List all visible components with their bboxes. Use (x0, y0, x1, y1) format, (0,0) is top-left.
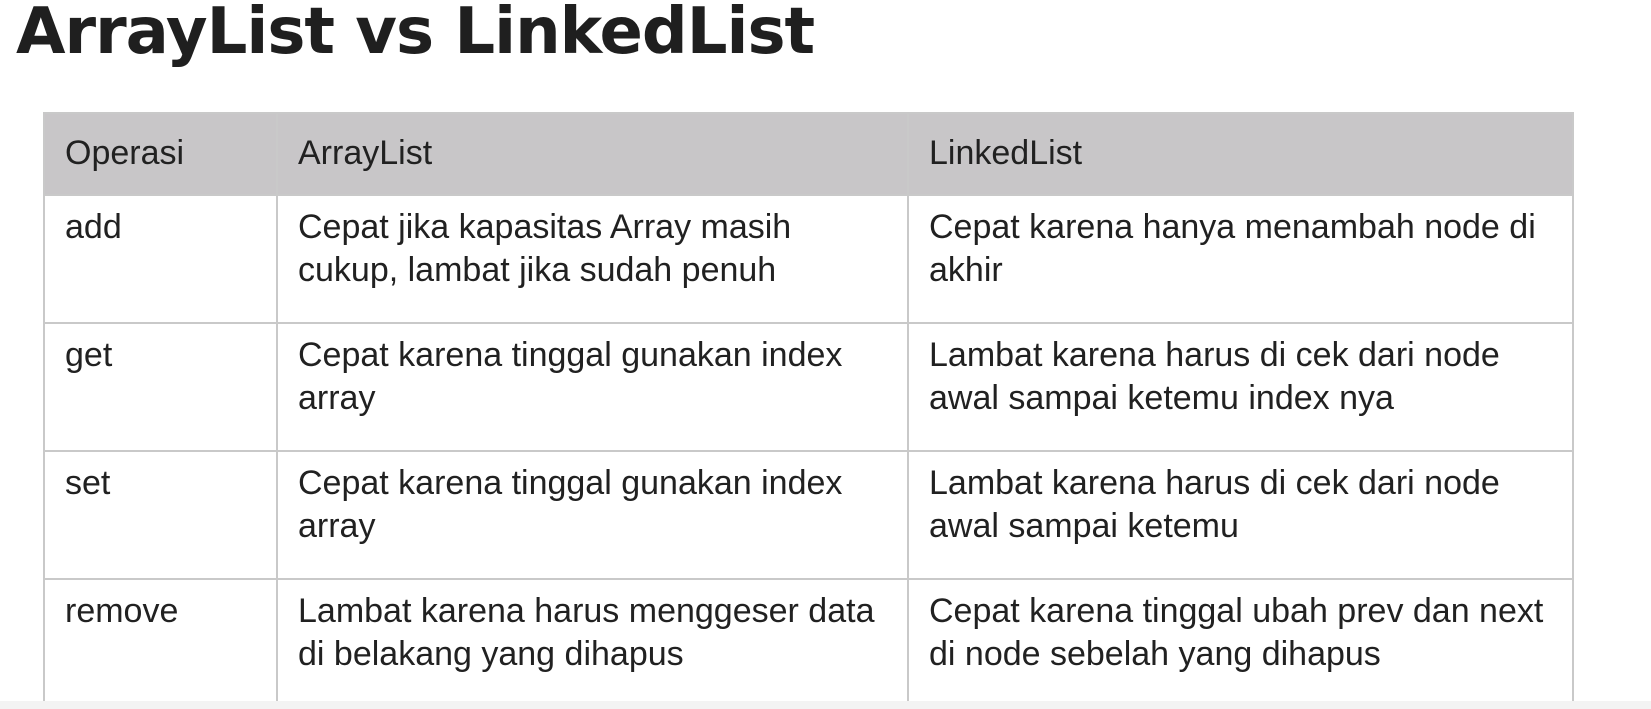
table-row: remove Lambat karena harus menggeser dat… (43, 578, 1574, 708)
arraylist-cell: Cepat karena tinggal gunakan index array (276, 322, 909, 452)
page-title: ArrayList vs LinkedList (16, 0, 815, 69)
linkedlist-cell: Cepat karena hanya menambah node di akhi… (907, 194, 1574, 324)
operation-cell: remove (43, 578, 278, 708)
header-arraylist: ArrayList (276, 112, 909, 196)
arraylist-cell: Cepat jika kapasitas Array masih cukup, … (276, 194, 909, 324)
operation-cell: add (43, 194, 278, 324)
table-row: add Cepat jika kapasitas Array masih cuk… (43, 194, 1574, 324)
table-row: get Cepat karena tinggal gunakan index a… (43, 322, 1574, 452)
header-operasi: Operasi (43, 112, 278, 196)
operation-cell: get (43, 322, 278, 452)
linkedlist-cell: Lambat karena harus di cek dari node awa… (907, 322, 1574, 452)
linkedlist-cell: Lambat karena harus di cek dari node awa… (907, 450, 1574, 580)
operation-cell: set (43, 450, 278, 580)
comparison-table: Operasi ArrayList LinkedList add Cepat j… (43, 112, 1574, 708)
header-linkedlist: LinkedList (907, 112, 1574, 196)
bottom-divider (0, 701, 1651, 709)
arraylist-cell: Lambat karena harus menggeser data di be… (276, 578, 909, 708)
table-row: set Cepat karena tinggal gunakan index a… (43, 450, 1574, 580)
linkedlist-cell: Cepat karena tinggal ubah prev dan next … (907, 578, 1574, 708)
arraylist-cell: Cepat karena tinggal gunakan index array (276, 450, 909, 580)
table-header-row: Operasi ArrayList LinkedList (43, 112, 1574, 196)
